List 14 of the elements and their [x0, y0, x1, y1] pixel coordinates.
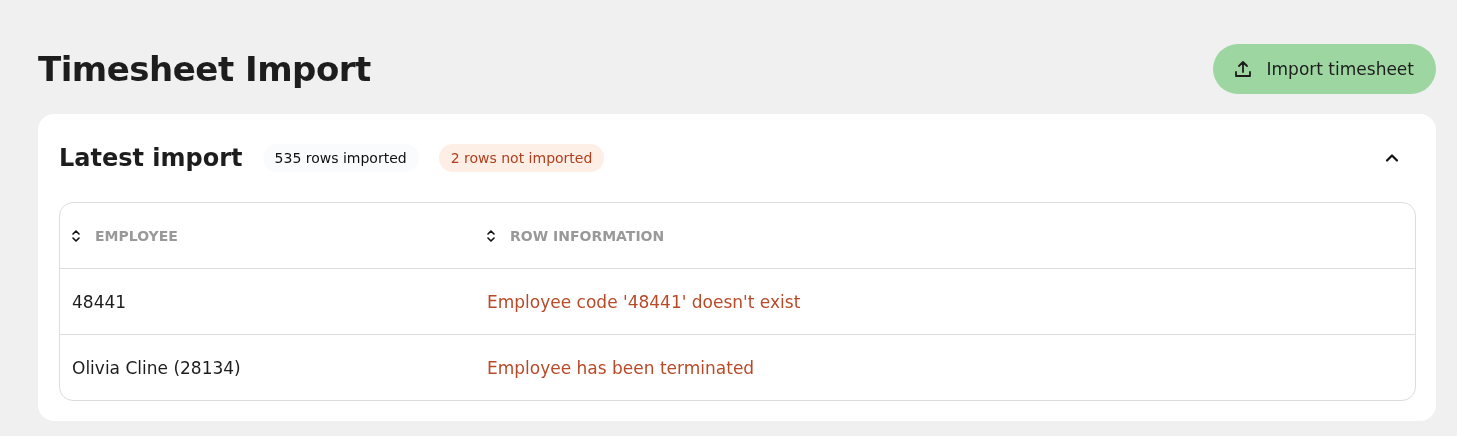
sort-icon: [487, 228, 495, 243]
sort-icon: [72, 228, 80, 243]
column-header[interactable]: ROW INFORMATION: [487, 227, 665, 244]
row-information-cell: Employee has been terminated: [487, 357, 755, 378]
upload-icon: [1232, 59, 1253, 79]
import-timesheet-button[interactable]: Import timesheet: [1212, 44, 1436, 94]
page-title: Timesheet Import: [38, 49, 371, 89]
employee-cell: 48441: [72, 291, 127, 312]
status-badge: 535 rows imported: [262, 144, 419, 172]
employee-cell: Olivia Cline (28134): [72, 357, 241, 378]
status-badge: 2 rows not imported: [438, 144, 605, 172]
row-information-cell: Employee code '48441' doesn't exist: [487, 291, 801, 312]
card-title: Latest import: [59, 144, 243, 172]
column-header[interactable]: EMPLOYEE: [72, 227, 178, 244]
